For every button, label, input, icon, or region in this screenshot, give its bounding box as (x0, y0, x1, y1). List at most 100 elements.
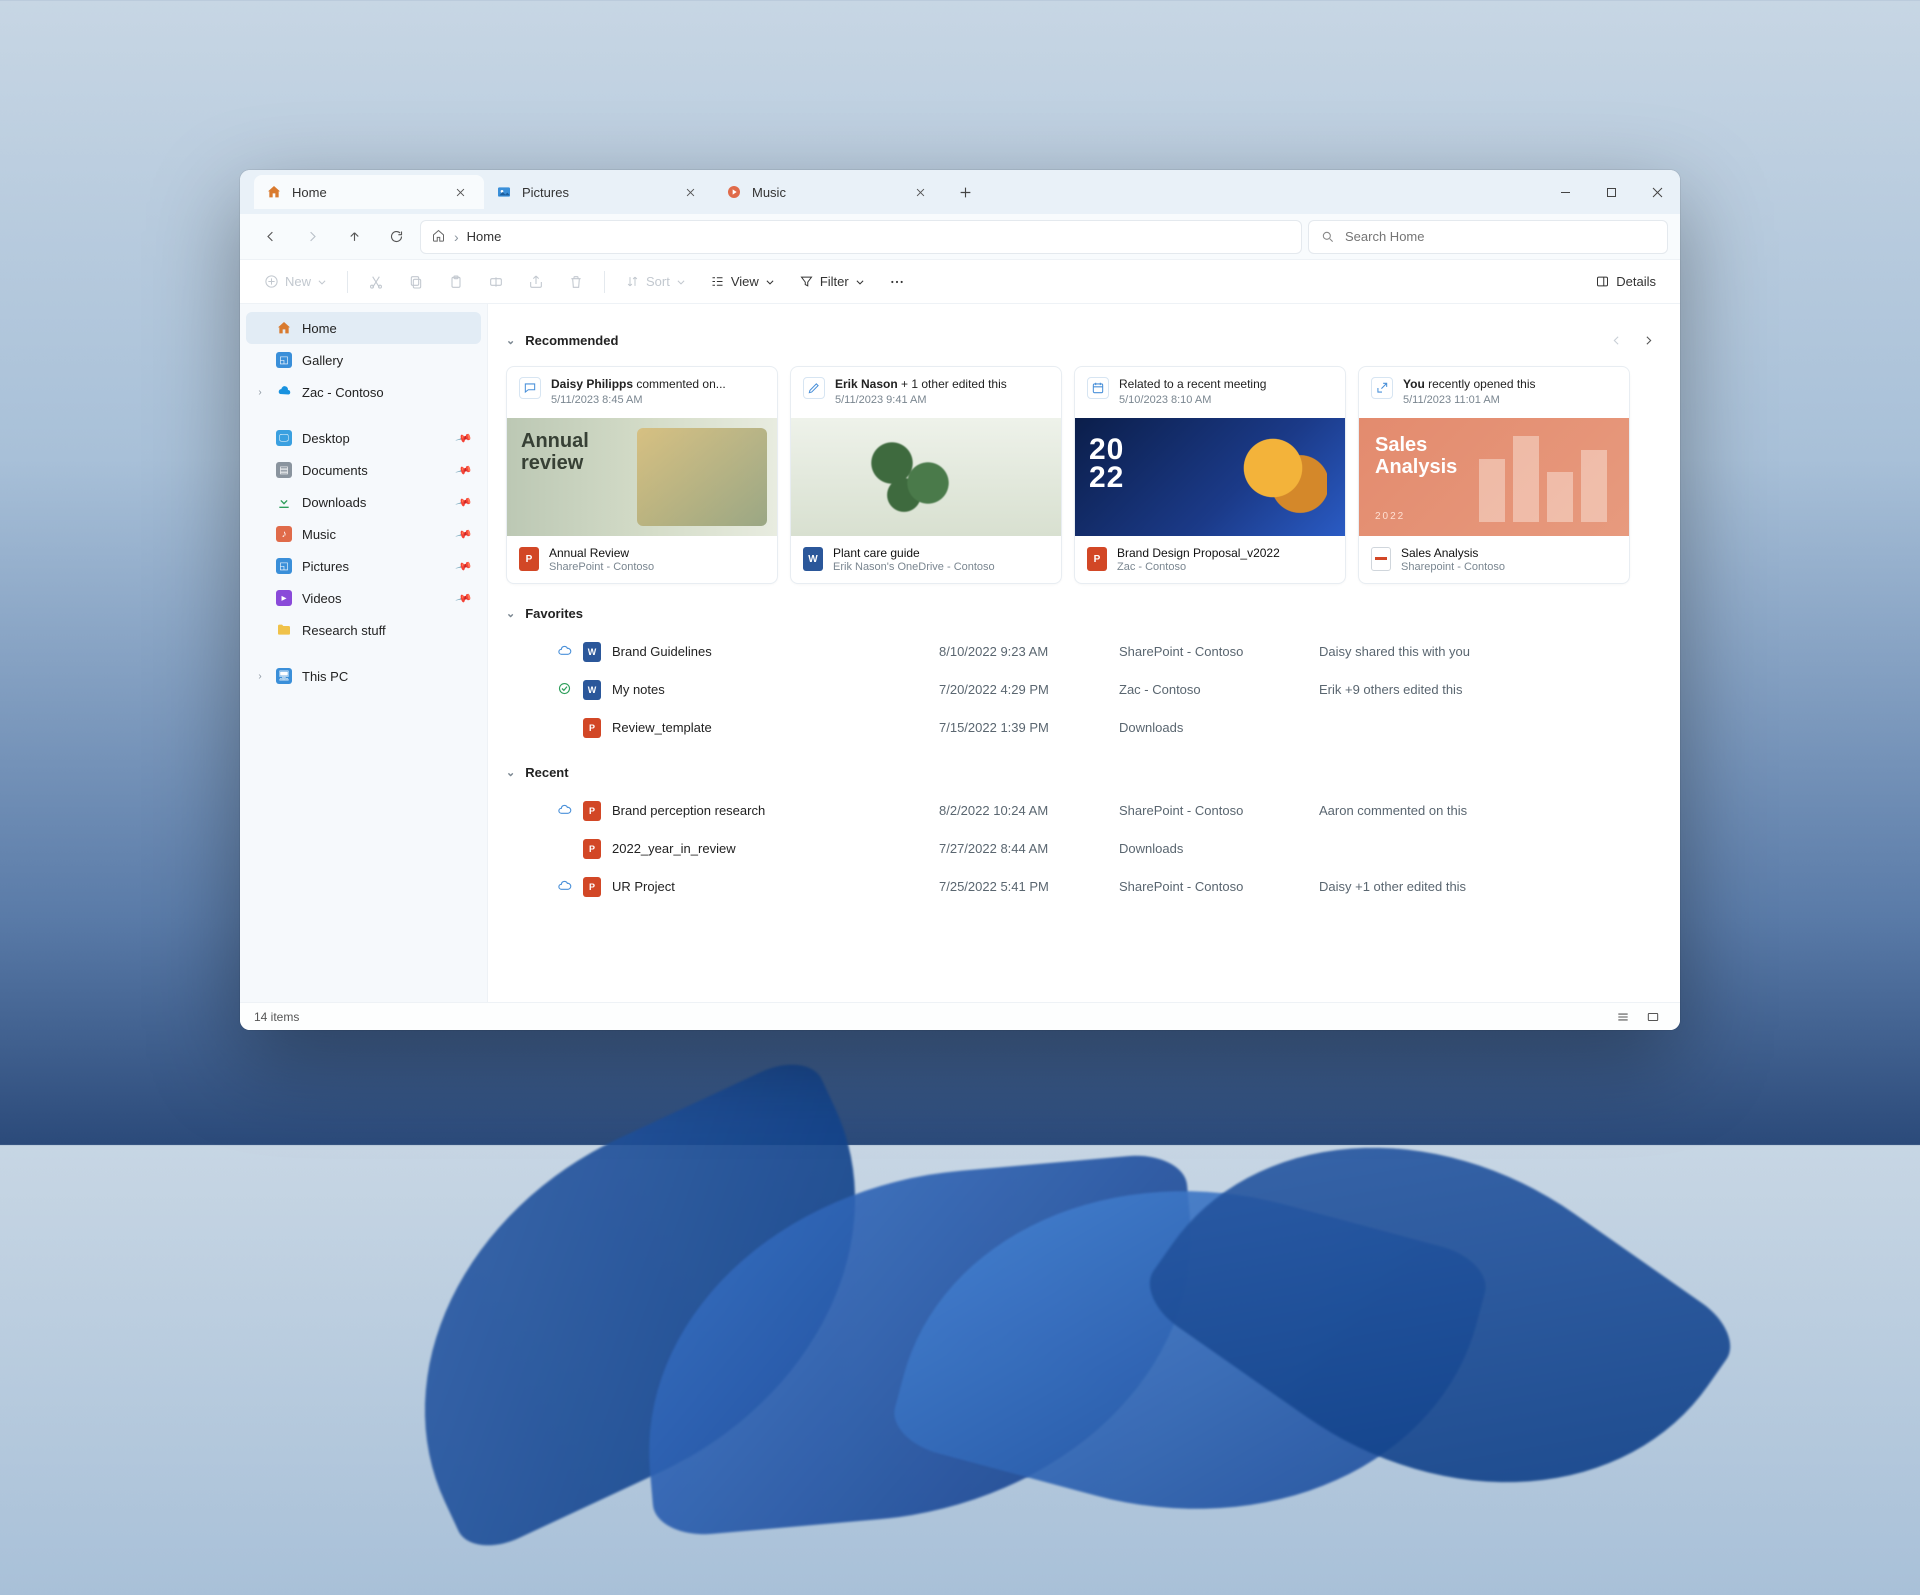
chevron-right-icon[interactable]: › (252, 384, 268, 400)
file-row[interactable]: PBrand perception research8/2/2022 10:24… (506, 792, 1662, 830)
section-header-favorites[interactable]: ⌄ Favorites (506, 606, 1662, 621)
file-activity: Aaron commented on this (1319, 803, 1652, 818)
close-icon[interactable] (678, 180, 702, 204)
tab-music[interactable]: Music (714, 175, 944, 209)
file-name: 2022_year_in_review (606, 841, 939, 856)
tab-label: Home (292, 185, 327, 200)
desktop-icon: 🖵 (276, 430, 292, 446)
file-row[interactable]: WMy notes7/20/2022 4:29 PMZac - ContosoE… (506, 671, 1662, 709)
view-button[interactable]: View (700, 266, 785, 298)
sidebar-item-pictures[interactable]: ◱ Pictures 📌 (246, 550, 481, 582)
close-icon[interactable] (448, 180, 472, 204)
file-name: UR Project (606, 879, 939, 894)
rename-button[interactable] (478, 266, 514, 298)
copy-button[interactable] (398, 266, 434, 298)
sidebar-item-gallery[interactable]: ◱ Gallery (246, 344, 481, 376)
file-row[interactable]: P2022_year_in_review7/27/2022 8:44 AMDow… (506, 830, 1662, 868)
sync-status-icon (550, 681, 578, 699)
up-button[interactable] (336, 221, 372, 253)
section-header-recent[interactable]: ⌄ Recent (506, 765, 1662, 780)
breadcrumb[interactable]: Home (420, 220, 1302, 254)
pictures-icon: ◱ (276, 558, 292, 574)
tab-label: Music (752, 185, 786, 200)
edit-icon (803, 377, 825, 399)
music-icon: ♪ (276, 526, 292, 542)
cut-button[interactable] (358, 266, 394, 298)
file-activity: Erik +9 others edited this (1319, 682, 1652, 697)
recommended-card[interactable]: You recently opened this5/11/2023 11:01 … (1358, 366, 1630, 584)
sidebar-item-documents[interactable]: ▤ Documents 📌 (246, 454, 481, 486)
sidebar-item-folder[interactable]: Research stuff (246, 614, 481, 646)
sidebar-item-onedrive[interactable]: › Zac - Contoso (246, 376, 481, 408)
file-row[interactable]: PUR Project7/25/2022 5:41 PMSharePoint -… (506, 868, 1662, 906)
word-icon: W (583, 642, 601, 662)
new-tab-button[interactable] (948, 177, 982, 207)
recommended-card[interactable]: Daisy Philipps commented on...5/11/2023 … (506, 366, 778, 584)
filter-button[interactable]: Filter (789, 266, 875, 298)
paste-button[interactable] (438, 266, 474, 298)
file-row[interactable]: WBrand Guidelines8/10/2022 9:23 AMShareP… (506, 633, 1662, 671)
sync-status-icon (550, 802, 578, 820)
pdf-icon (1371, 547, 1391, 571)
powerpoint-icon: P (583, 801, 601, 821)
breadcrumb-segment[interactable]: Home (467, 229, 502, 244)
chevron-right-icon[interactable]: › (252, 668, 268, 684)
thumbnail (1359, 418, 1629, 536)
file-date: 7/25/2022 5:41 PM (939, 879, 1119, 894)
recommended-card[interactable]: Erik Nason + 1 other edited this5/11/202… (790, 366, 1062, 584)
sidebar-item-videos[interactable]: ▸ Videos 📌 (246, 582, 481, 614)
close-icon[interactable] (908, 180, 932, 204)
file-date: 7/20/2022 4:29 PM (939, 682, 1119, 697)
forward-button[interactable] (294, 221, 330, 253)
refresh-button[interactable] (378, 221, 414, 253)
thumbnail-view-toggle[interactable] (1640, 1006, 1666, 1028)
file-date: 7/27/2022 8:44 AM (939, 841, 1119, 856)
content-area: ⌄ Recommended Daisy Philipps commented o… (488, 304, 1680, 1002)
rec-next-button[interactable] (1634, 326, 1662, 354)
file-name: My notes (606, 682, 939, 697)
recommended-card[interactable]: Related to a recent meeting5/10/2023 8:1… (1074, 366, 1346, 584)
back-button[interactable] (252, 221, 288, 253)
file-activity: Daisy shared this with you (1319, 644, 1652, 659)
file-location: SharePoint - Contoso (1119, 803, 1319, 818)
gallery-icon: ◱ (276, 352, 292, 368)
sidebar-item-desktop[interactable]: 🖵 Desktop 📌 (246, 422, 481, 454)
home-icon (431, 228, 446, 246)
search-box[interactable] (1308, 220, 1668, 254)
statusbar: 14 items (240, 1002, 1680, 1030)
search-input[interactable] (1345, 229, 1655, 244)
details-pane-button[interactable]: Details (1585, 266, 1666, 298)
sidebar-item-downloads[interactable]: Downloads 📌 (246, 486, 481, 518)
tab-home[interactable]: Home (254, 175, 484, 209)
sidebar-item-music[interactable]: ♪ Music 📌 (246, 518, 481, 550)
sidebar-item-thispc[interactable]: › 🖥 This PC (246, 660, 481, 692)
sort-button[interactable]: Sort (615, 266, 696, 298)
new-button[interactable]: New (254, 266, 337, 298)
file-activity: Daisy +1 other edited this (1319, 879, 1652, 894)
details-view-toggle[interactable] (1610, 1006, 1636, 1028)
item-count: 14 items (254, 1010, 299, 1024)
file-location: Zac - Contoso (1119, 682, 1319, 697)
delete-button[interactable] (558, 266, 594, 298)
more-button[interactable] (879, 266, 915, 298)
share-button[interactable] (518, 266, 554, 298)
file-location: Downloads (1119, 841, 1319, 856)
pin-icon: 📌 (455, 429, 473, 447)
close-window-button[interactable] (1634, 170, 1680, 214)
navigation-pane: Home ◱ Gallery › Zac - Contoso 🖵 Desktop… (240, 304, 488, 1002)
thumbnail (507, 418, 777, 536)
addressbar: Home (240, 214, 1680, 260)
file-date: 8/2/2022 10:24 AM (939, 803, 1119, 818)
minimize-button[interactable] (1542, 170, 1588, 214)
tab-pictures[interactable]: Pictures (484, 175, 714, 209)
section-header-recommended[interactable]: ⌄ Recommended (506, 326, 1662, 354)
maximize-button[interactable] (1588, 170, 1634, 214)
chevron-down-icon (765, 277, 775, 287)
powerpoint-icon: P (583, 877, 601, 897)
file-row[interactable]: PReview_template7/15/2022 1:39 PMDownloa… (506, 709, 1662, 747)
sidebar-item-home[interactable]: Home (246, 312, 481, 344)
rec-prev-button[interactable] (1602, 326, 1630, 354)
chevron-down-icon: ⌄ (506, 766, 515, 779)
thumbnail (791, 418, 1061, 536)
powerpoint-icon: P (583, 718, 601, 738)
